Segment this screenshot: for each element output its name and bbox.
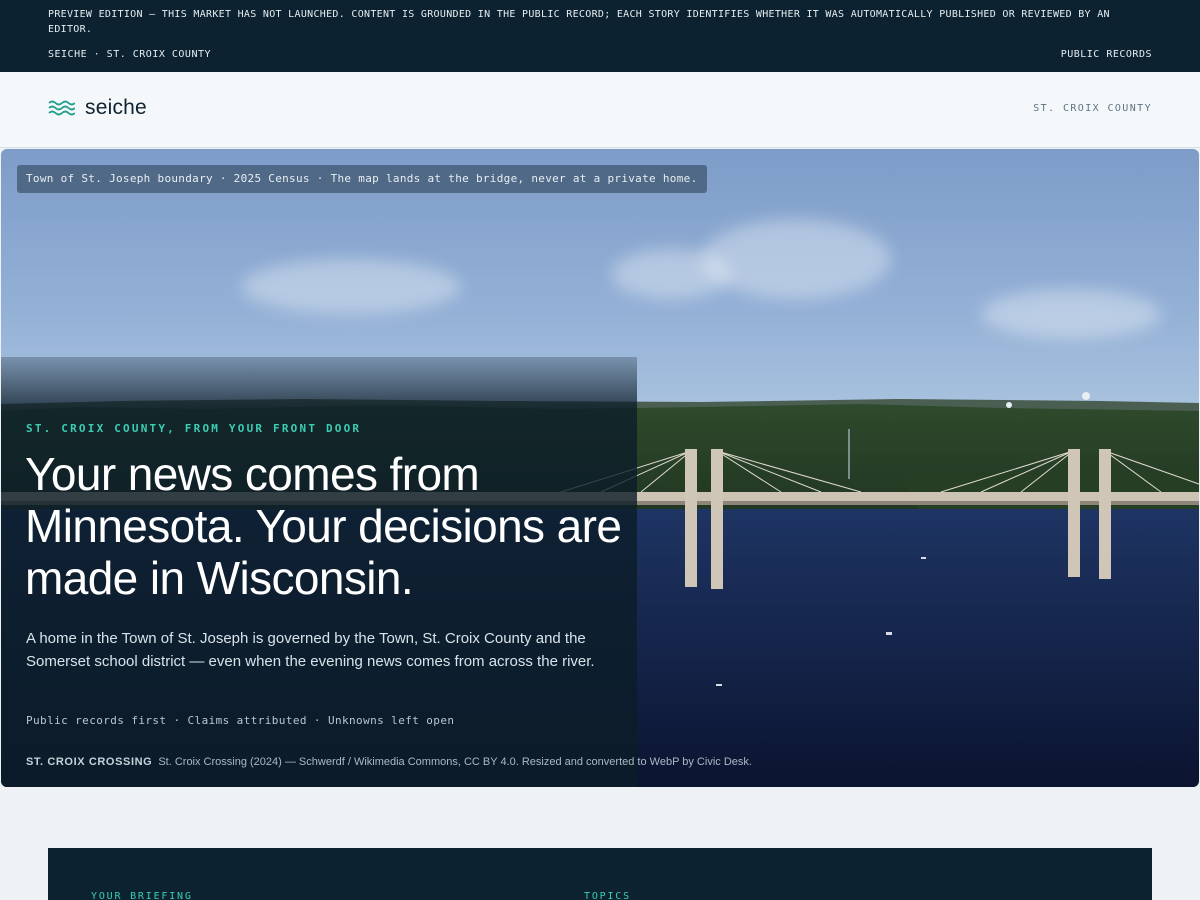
- brand-name: seiche: [85, 96, 147, 119]
- site-header: seiche ST. CROIX COUNTY: [0, 72, 1200, 148]
- editorial-values: Public records first · Claims attributed…: [26, 714, 455, 727]
- photo-credit: ST. CROIX CROSSING St. Croix Crossing (20…: [26, 756, 1176, 768]
- photo-credit-text[interactable]: St. Croix Crossing (2024) — Schwerdf / W…: [158, 756, 752, 768]
- public-records-link[interactable]: PUBLIC RECORDS: [1061, 49, 1152, 60]
- preview-notice-text: PREVIEW EDITION — THIS MARKET HAS NOT LA…: [48, 9, 1110, 35]
- brand-logo-link[interactable]: seiche: [48, 96, 147, 120]
- topics-label: TOPICS: [584, 891, 631, 900]
- region-link[interactable]: ST. CROIX COUNTY: [1033, 103, 1152, 114]
- hero-eyebrow: ST. CROIX COUNTY, FROM YOUR FRONT DOOR: [26, 422, 362, 435]
- hero-dek: A home in the Town of St. Joseph is gove…: [26, 630, 595, 670]
- waves-icon: [48, 100, 75, 116]
- briefing-panel: YOUR BRIEFING TOPICS: [48, 848, 1152, 900]
- photo-credit-label: ST. CROIX CROSSING: [26, 756, 153, 768]
- hero-headline: Your news comes from Minnesota. Your dec…: [25, 448, 622, 604]
- preview-notice-bar: PREVIEW EDITION — THIS MARKET HAS NOT LA…: [0, 0, 1200, 72]
- hero-section: Town of St. Joseph boundary · 2025 Censu…: [1, 149, 1199, 787]
- notice-site-region[interactable]: SEICHE · ST. CROIX COUNTY: [48, 49, 211, 60]
- your-briefing-label: YOUR BRIEFING: [91, 891, 193, 900]
- map-boundary-tag: Town of St. Joseph boundary · 2025 Censu…: [17, 165, 707, 193]
